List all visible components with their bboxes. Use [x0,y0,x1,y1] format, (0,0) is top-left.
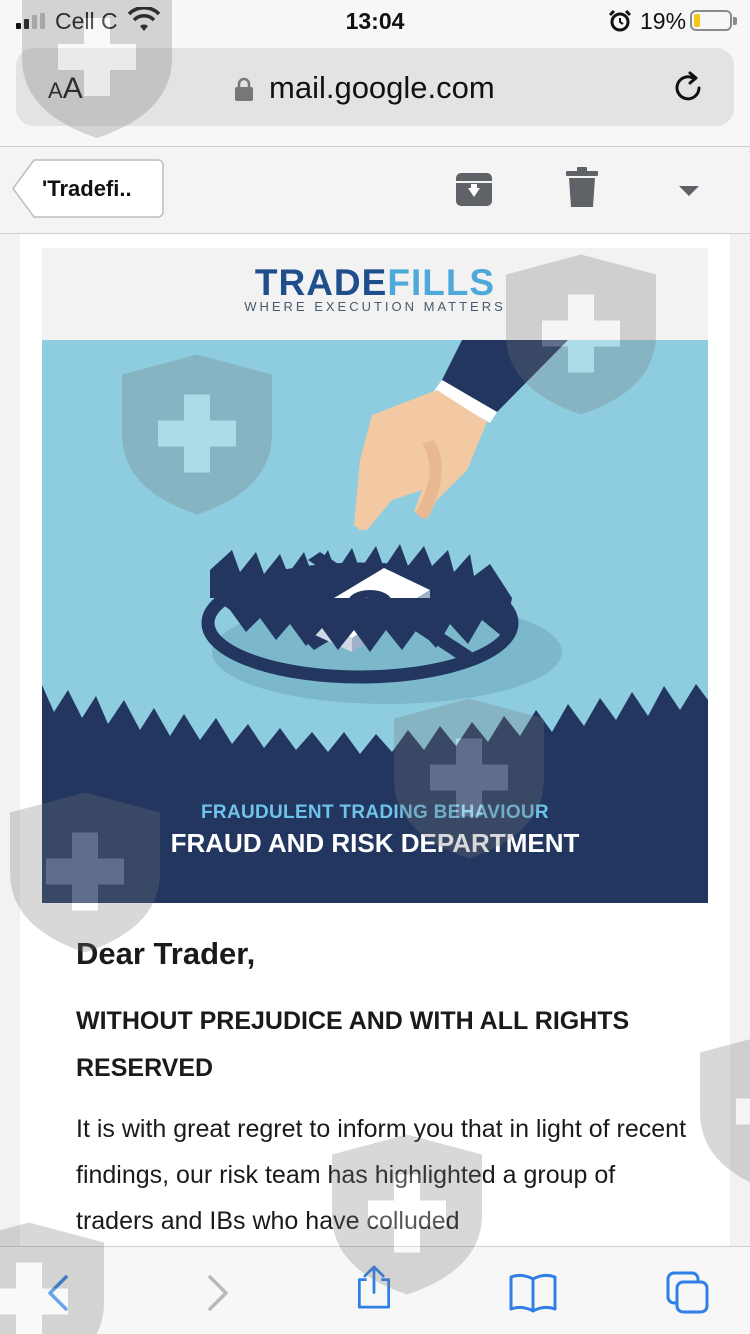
tabs-icon[interactable] [666,1271,710,1315]
forward-arrow-icon[interactable] [196,1271,240,1315]
alarm-icon [608,9,632,32]
back-arrow-icon[interactable] [36,1271,80,1315]
mail-toolbar: 'Tradefi.. [0,146,750,234]
bookmarks-icon[interactable] [508,1271,558,1315]
text-size-button[interactable]: AA [48,72,83,106]
address-bar[interactable]: AA mail.google.com [16,48,734,126]
battery-fill [694,14,700,27]
hero-subtitle: FRAUDULENT TRADING BEHAVIOUR [201,802,549,823]
back-to-inbox-button[interactable]: 'Tradefi.. [12,159,164,218]
lock-icon [235,77,253,101]
email-logo-header: TRADEFILLS WHERE EXECUTION MATTERS [42,248,708,340]
hero-title: FRAUD AND RISK DEPARTMENT [170,828,580,858]
back-button-label: 'Tradefi.. [42,176,132,201]
reload-icon[interactable] [671,70,707,106]
hero-banner: $ FRAUDULENT TRADING BEHAVIOUR FRAUD AND… [42,340,708,903]
archive-icon[interactable] [456,171,492,207]
email-legal-heading: WITHOUT PREJUDICE AND WITH ALL RIGHTS RE… [76,1007,630,1082]
trash-icon[interactable] [566,167,598,207]
email-greeting: Dear Trader, [76,936,256,971]
status-bar: Cell C 13:04 19% [0,0,750,42]
url-text: mail.google.com [269,70,495,105]
clock: 13:04 [345,8,405,34]
share-icon[interactable] [352,1265,396,1309]
browser-bottom-bar [0,1246,750,1334]
brand-tagline: WHERE EXECUTION MATTERS [244,299,506,314]
battery-percent: 19% [640,8,687,34]
battery-icon [690,10,737,31]
email-paragraph: It is with great regret to inform you th… [76,1115,687,1235]
browser-address-area: AA mail.google.com [0,42,750,146]
brand-logo: TRADEFILLS [254,262,496,303]
email-text: Dear Trader, WITHOUT PREJUDICE AND WITH … [76,936,696,1244]
chevron-down-icon[interactable] [676,183,702,199]
